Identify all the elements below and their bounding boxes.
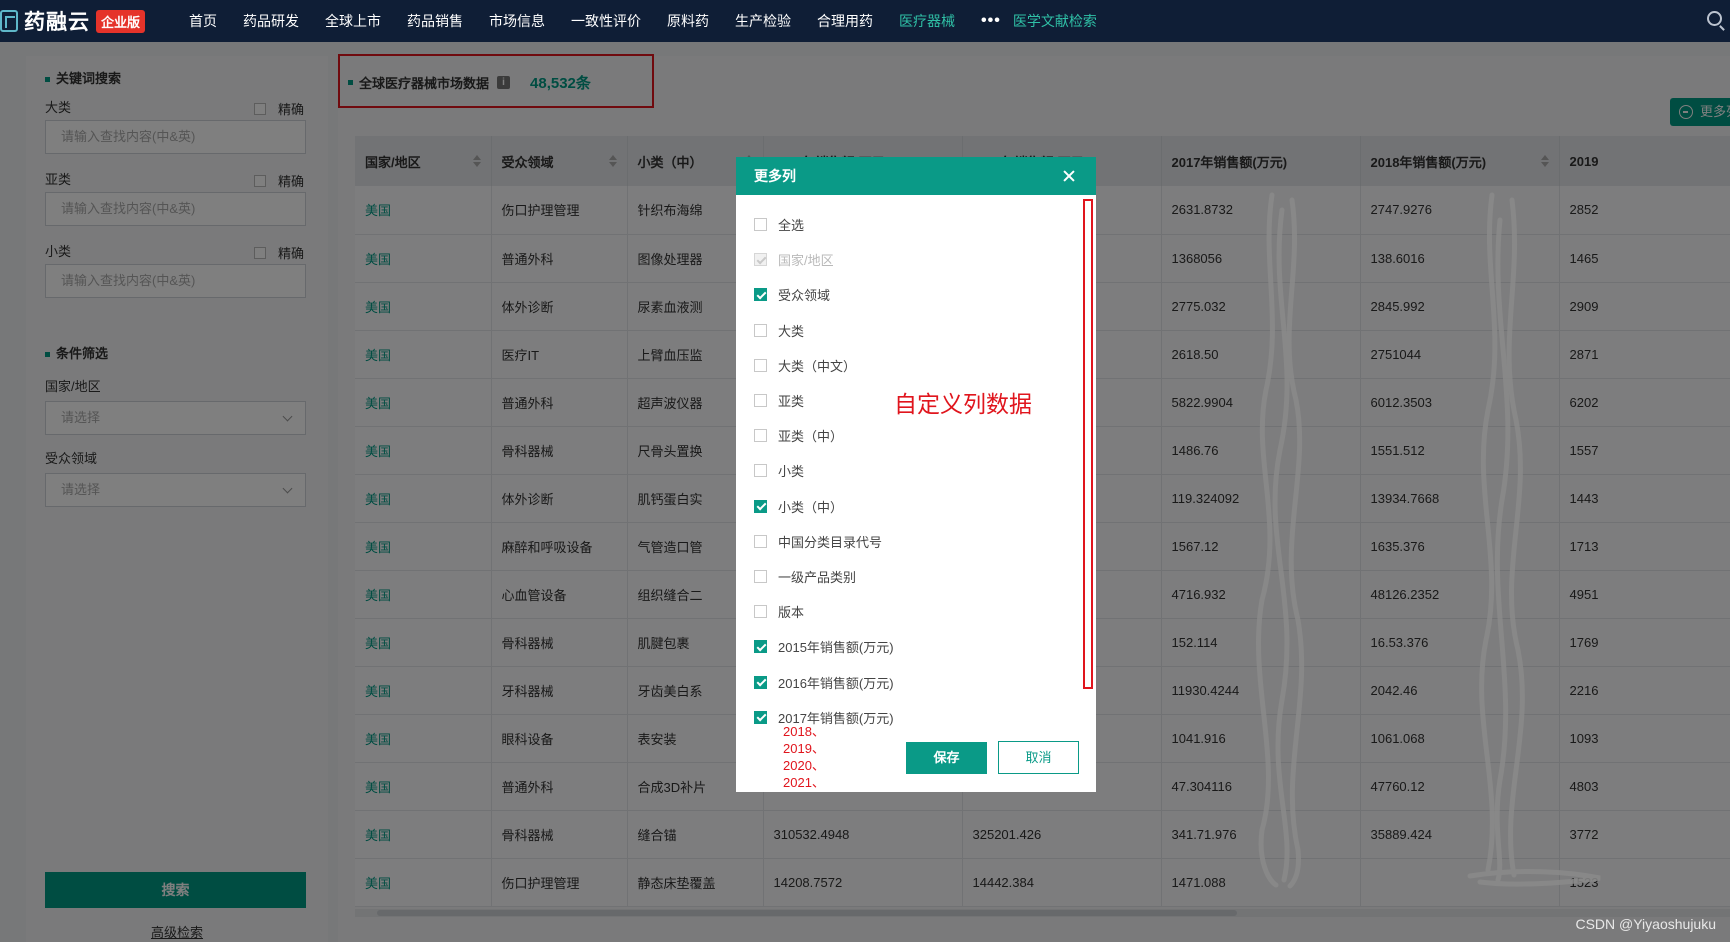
checkbox-icon[interactable]	[754, 605, 767, 619]
nav-item-3[interactable]: 药品销售	[407, 11, 463, 31]
nav-item-8[interactable]: 合理用药	[817, 11, 873, 31]
column-option[interactable]: 2016年销售额(万元)	[754, 664, 894, 699]
column-option[interactable]: 受众领域	[754, 277, 894, 312]
nav-item-2[interactable]: 全球上市	[325, 11, 381, 31]
checkbox-icon[interactable]	[754, 464, 767, 478]
column-option-label: 中国分类目录代号	[778, 534, 883, 550]
edition-badge: 企业版	[96, 9, 146, 33]
column-option-label: 2015年销售额(万元)	[778, 640, 894, 656]
column-option[interactable]: 大类	[754, 313, 894, 348]
close-icon[interactable]	[1062, 169, 1076, 183]
column-option-label: 国家/地区	[778, 253, 834, 269]
column-option-list: 全选国家/地区受众领域大类大类（中文） 亚类亚类（中） 小类小类（中） 中国分类目录代…	[754, 207, 894, 735]
more-columns-dialog: 更多列 全选国家/地区受众领域大类大类（中文） 亚类亚类（中） 小类小类（中） 中国分…	[736, 157, 1096, 792]
column-option[interactable]: 小类	[754, 453, 894, 488]
column-option[interactable]: 亚类（中）	[754, 418, 894, 453]
checkbox-icon[interactable]	[754, 323, 767, 337]
checkbox-checked-icon[interactable]	[754, 675, 767, 689]
save-button[interactable]: 保存	[906, 742, 987, 774]
checkbox-icon[interactable]	[754, 569, 767, 583]
annotation-scroll-highlight	[1083, 199, 1093, 689]
checkbox-icon[interactable]	[754, 429, 767, 443]
column-option[interactable]: 亚类	[754, 383, 894, 418]
nav-item-7[interactable]: 生产检验	[735, 11, 791, 31]
column-option-label: 2016年销售额(万元)	[778, 675, 894, 691]
more-nav-icon[interactable]: •••	[981, 12, 1001, 30]
column-option-label: 大类（中文）	[778, 358, 857, 374]
column-option[interactable]: 全选	[754, 207, 894, 242]
column-option[interactable]: 小类（中）	[754, 489, 894, 524]
column-option-label: 亚类	[778, 394, 805, 410]
column-option[interactable]: 大类（中文）	[754, 348, 894, 383]
checkbox-icon[interactable]	[754, 218, 767, 232]
nav-item-literature[interactable]: 医学文献检索	[1013, 11, 1097, 31]
column-option-label: 一级产品类别	[778, 569, 857, 585]
column-option-label: 受众领域	[778, 288, 831, 304]
search-icon[interactable]	[1707, 11, 1722, 26]
column-option-label: 小类（中）	[778, 499, 844, 515]
annotation-text: 自定义列数据	[894, 391, 1032, 417]
column-option-label: 小类	[778, 464, 805, 480]
nav-item-0[interactable]: 首页	[189, 11, 217, 31]
column-option-label: 版本	[778, 605, 805, 621]
nav-item-6[interactable]: 原料药	[667, 11, 709, 31]
checkbox-icon[interactable]	[754, 394, 767, 408]
column-option-label: 亚类（中）	[778, 429, 844, 445]
checkbox-icon[interactable]	[754, 358, 767, 372]
checkbox-icon[interactable]	[754, 534, 767, 548]
checkbox-checked-icon[interactable]	[754, 710, 767, 724]
column-option[interactable]: 中国分类目录代号	[754, 524, 894, 559]
main-nav: 首页 药品研发 全球上市 药品销售 市场信息 一致性评价 原料药 生产检验 合理用药 医疗器械 ••…	[189, 0, 1123, 42]
column-option[interactable]: 2015年销售额(万元)	[754, 629, 894, 664]
cancel-button[interactable]: 取消	[998, 741, 1079, 774]
dialog-title: 更多列	[754, 168, 796, 184]
column-option[interactable]: 版本	[754, 594, 894, 629]
column-option-label: 大类	[778, 323, 805, 339]
checkbox-checked-icon[interactable]	[754, 640, 767, 654]
nav-item-4[interactable]: 市场信息	[489, 11, 545, 31]
nav-item-5[interactable]: 一致性评价	[571, 11, 641, 31]
year-annotation: 2018、2019、2020、2021、	[783, 724, 825, 790]
checkbox-checked-icon[interactable]	[754, 499, 767, 513]
nav-item-9[interactable]: 医疗器械	[899, 11, 955, 31]
column-option[interactable]: 一级产品类别	[754, 559, 894, 594]
checkbox-checked-icon[interactable]	[754, 288, 767, 302]
column-option: 国家/地区	[754, 242, 894, 277]
logo-text: 药融云	[24, 11, 90, 34]
dialog-header: 更多列	[736, 157, 1096, 195]
watermark: CSDN @Yiyaoshujuku	[1575, 916, 1716, 932]
top-nav-bar: 药融云 企业版 首页 药品研发 全球上市 药品销售 市场信息 一致性评价 原料药 生产检验 合理…	[0, 0, 1730, 42]
checkbox-checked-icon	[754, 253, 767, 267]
logo[interactable]: 药融云 企业版	[0, 0, 146, 42]
logo-mark-icon	[0, 10, 18, 32]
nav-item-1[interactable]: 药品研发	[243, 11, 299, 31]
column-option-label: 全选	[778, 218, 805, 234]
